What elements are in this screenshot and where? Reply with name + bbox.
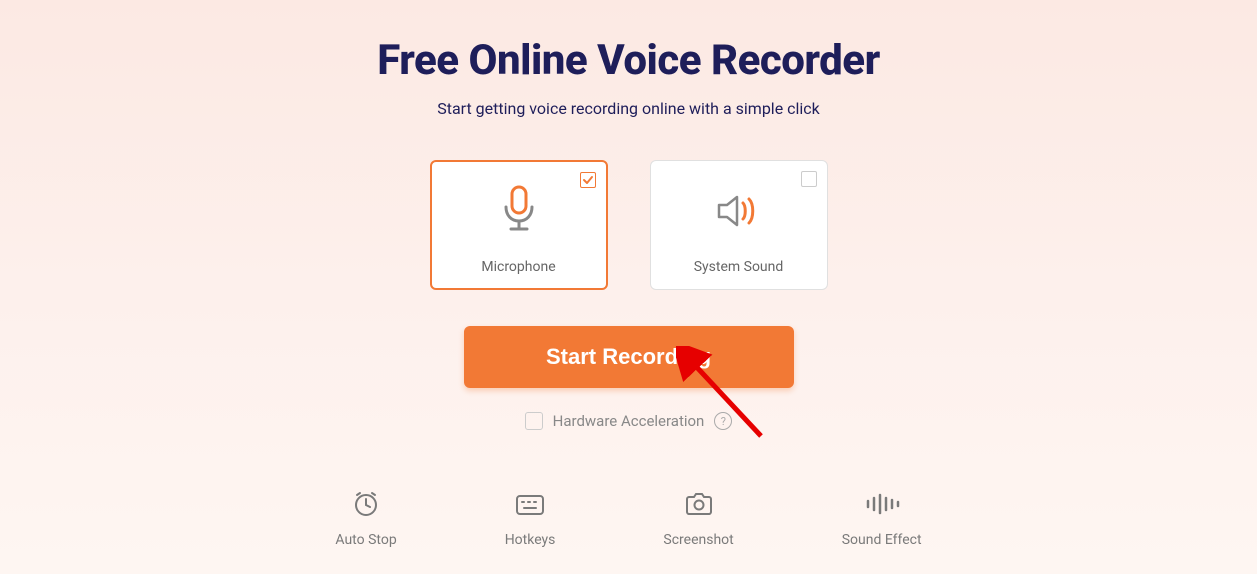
features-row: Auto Stop Hotkeys Screens xyxy=(335,490,921,548)
keyboard-icon xyxy=(515,490,545,518)
system-sound-label: System Sound xyxy=(694,259,784,275)
page-title: Free Online Voice Recorder xyxy=(377,36,879,85)
microphone-label: Microphone xyxy=(481,259,555,275)
hotkeys-label: Hotkeys xyxy=(505,532,556,548)
hardware-acceleration-label: Hardware Acceleration xyxy=(553,412,705,430)
microphone-card[interactable]: Microphone xyxy=(430,160,608,290)
hardware-acceleration-checkbox[interactable] xyxy=(525,412,543,430)
auto-stop-label: Auto Stop xyxy=(335,532,396,548)
page-subtitle: Start getting voice recording online wit… xyxy=(437,99,820,118)
source-selection: Microphone System Sound xyxy=(430,160,828,290)
camera-icon xyxy=(684,490,714,518)
microphone-icon xyxy=(499,183,539,239)
auto-stop-feature[interactable]: Auto Stop xyxy=(335,490,396,548)
screenshot-label: Screenshot xyxy=(663,532,733,548)
hardware-acceleration-row: Hardware Acceleration ? xyxy=(525,412,733,430)
system-sound-checkbox-icon xyxy=(801,171,817,187)
hotkeys-feature[interactable]: Hotkeys xyxy=(505,490,556,548)
speaker-icon xyxy=(715,183,763,239)
sound-effect-feature[interactable]: Sound Effect xyxy=(842,490,922,548)
clock-icon xyxy=(352,490,380,518)
start-recording-button[interactable]: Start Recording xyxy=(464,326,794,388)
system-sound-card[interactable]: System Sound xyxy=(650,160,828,290)
sound-effect-label: Sound Effect xyxy=(842,532,922,548)
sound-wave-icon xyxy=(864,490,900,518)
microphone-checkbox-icon xyxy=(580,172,596,188)
help-icon[interactable]: ? xyxy=(714,412,732,430)
screenshot-feature[interactable]: Screenshot xyxy=(663,490,733,548)
